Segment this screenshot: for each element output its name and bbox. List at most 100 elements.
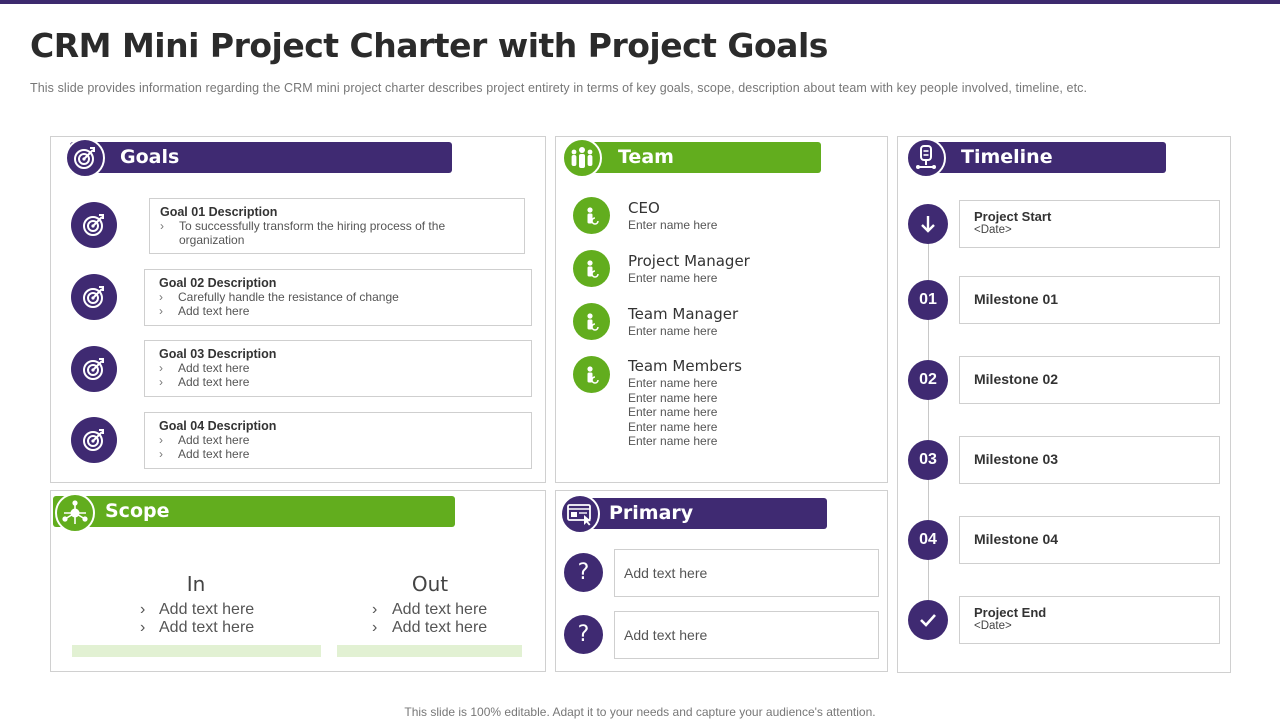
bullet-arrow: › (159, 304, 163, 318)
team-members-icon-circle (573, 356, 610, 393)
goal-04-card: Goal 04 Description › Add text here › Add … (144, 412, 532, 469)
goal-03-card: Goal 03 Description › Add text here › Add … (144, 340, 532, 397)
person-icon (586, 365, 599, 384)
scope-out-item-2-text: Add text here (392, 619, 488, 636)
goal-01-icon-circle (71, 202, 117, 248)
timeline-milestone-01-card: Milestone 01 (959, 276, 1220, 324)
timeline-header-title: Timeline (961, 146, 1053, 168)
goal-04-icon-circle (71, 417, 117, 463)
timeline-milestone-04-marker: 04 (908, 520, 948, 560)
goal-02-line-2: › Add text here (159, 304, 521, 318)
person-icon (586, 206, 599, 225)
goal-04-line-2: › Add text here (159, 447, 521, 461)
target-icon (74, 147, 95, 169)
timeline-end-label: Project End (974, 605, 1047, 620)
target-icon (83, 286, 104, 308)
team-member-name-5: Enter name here (628, 434, 718, 448)
scope-out-bar (337, 645, 522, 657)
timeline-start-card: Project Start <Date> (959, 200, 1220, 248)
team-header-bar: Team (575, 142, 821, 173)
timeline-end-marker (908, 600, 948, 640)
goal-03-icon-circle (71, 346, 117, 392)
bullet-arrow: › (159, 433, 163, 447)
timeline-milestone-02-label: Milestone 02 (974, 371, 1059, 387)
team-member-name-3: Enter name here (628, 405, 718, 419)
scope-in-bar (72, 645, 321, 657)
scope-out-heading: Out (411, 572, 449, 596)
team-tm-name: Enter name here (628, 324, 718, 338)
goal-03-line-2: › Add text here (159, 375, 521, 389)
team-pm-role: Project Manager (628, 252, 750, 270)
bullet-arrow: › (372, 619, 378, 636)
goal-01-line-1: › To successfully transform the hiring pr… (160, 219, 514, 247)
goal-04-line-1: › Add text here (159, 433, 521, 447)
team-pm-name: Enter name here (628, 271, 718, 285)
timeline-milestone-02-card: Milestone 02 (959, 356, 1220, 404)
timeline-milestone-02-marker: 02 (908, 360, 948, 400)
team-members-names: Enter name here Enter name here Enter na… (628, 376, 717, 449)
primary-item-2-question-icon: ? (564, 615, 603, 654)
timeline-milestone-03-label: Milestone 03 (974, 451, 1059, 467)
roadmap-icon (916, 145, 936, 169)
target-icon (83, 429, 104, 451)
team-members-role: Team Members (628, 357, 742, 375)
goal-04-text-1: Add text here (178, 433, 250, 447)
goal-02-title: Goal 02 Description (159, 276, 277, 290)
person-icon (586, 312, 599, 331)
network-icon (62, 500, 88, 524)
goals-header-icon-badge (65, 138, 105, 178)
scope-out-item-1-text: Add text here (392, 601, 488, 618)
goal-02-line-1: › Carefully handle the resistance of chan… (159, 290, 521, 304)
primary-header-title: Primary (609, 502, 694, 524)
person-icon (586, 259, 599, 278)
target-icon (83, 214, 104, 236)
bullet-arrow: › (160, 219, 164, 233)
scope-in-list: › Add text here › Add text here (140, 601, 254, 637)
scope-header-title: Scope (105, 500, 170, 522)
goal-01-card: Goal 01 Description › To successfully tra… (149, 198, 525, 254)
bullet-arrow: › (159, 375, 163, 389)
target-icon (83, 358, 104, 380)
goals-header-bar: Goals (70, 142, 452, 173)
timeline-milestone-04-label: Milestone 04 (974, 531, 1059, 547)
goal-03-text-2: Add text here (178, 375, 250, 389)
bullet-arrow: › (159, 290, 163, 304)
check-icon (920, 614, 936, 627)
primary-header-bar: Primary (567, 498, 827, 529)
timeline-start-marker (908, 204, 948, 244)
bullet-arrow: › (140, 619, 146, 636)
page-title: CRM Mini Project Charter with Project Go… (30, 26, 828, 65)
scope-header-icon-badge (55, 493, 95, 533)
timeline-start-label: Project Start (974, 209, 1052, 224)
team-ceo-icon-circle (573, 197, 610, 234)
top-accent-bar (0, 0, 1280, 4)
team-header-icon-badge (562, 138, 602, 178)
bullet-arrow: › (159, 447, 163, 461)
scope-in-item-2: › Add text here (140, 619, 254, 637)
web-click-icon (567, 504, 591, 526)
bullet-arrow: › (140, 601, 146, 618)
goal-03-line-1: › Add text here (159, 361, 521, 375)
timeline-header-icon-badge (906, 138, 946, 178)
goal-02-icon-circle (71, 274, 117, 320)
goal-01-title: Goal 01 Description (160, 205, 278, 219)
team-ceo-name: Enter name here (628, 218, 718, 232)
goal-03-title: Goal 03 Description (159, 347, 277, 361)
primary-item-1-question-icon: ? (564, 553, 603, 592)
team-tm-role: Team Manager (628, 305, 739, 323)
goal-04-title: Goal 04 Description (159, 419, 277, 433)
scope-header-bar: Scope (53, 496, 455, 527)
team-member-name-4: Enter name here (628, 419, 718, 434)
primary-item-1-box: Add text here (614, 549, 879, 597)
goal-02-text-1: Carefully handle the resistance of chang… (178, 290, 399, 304)
scope-in-heading: In (186, 572, 206, 596)
scope-out-list: › Add text here › Add text here (372, 601, 487, 637)
team-ceo-role: CEO (628, 199, 660, 217)
team-pm-icon-circle (573, 250, 610, 287)
goal-03-text-1: Add text here (178, 361, 250, 375)
timeline-start-date: <Date> (974, 224, 1012, 236)
timeline-end-card: Project End <Date> (959, 596, 1220, 644)
bullet-arrow: › (372, 601, 378, 618)
people-group-icon (571, 147, 593, 168)
team-tm-icon-circle (573, 303, 610, 340)
